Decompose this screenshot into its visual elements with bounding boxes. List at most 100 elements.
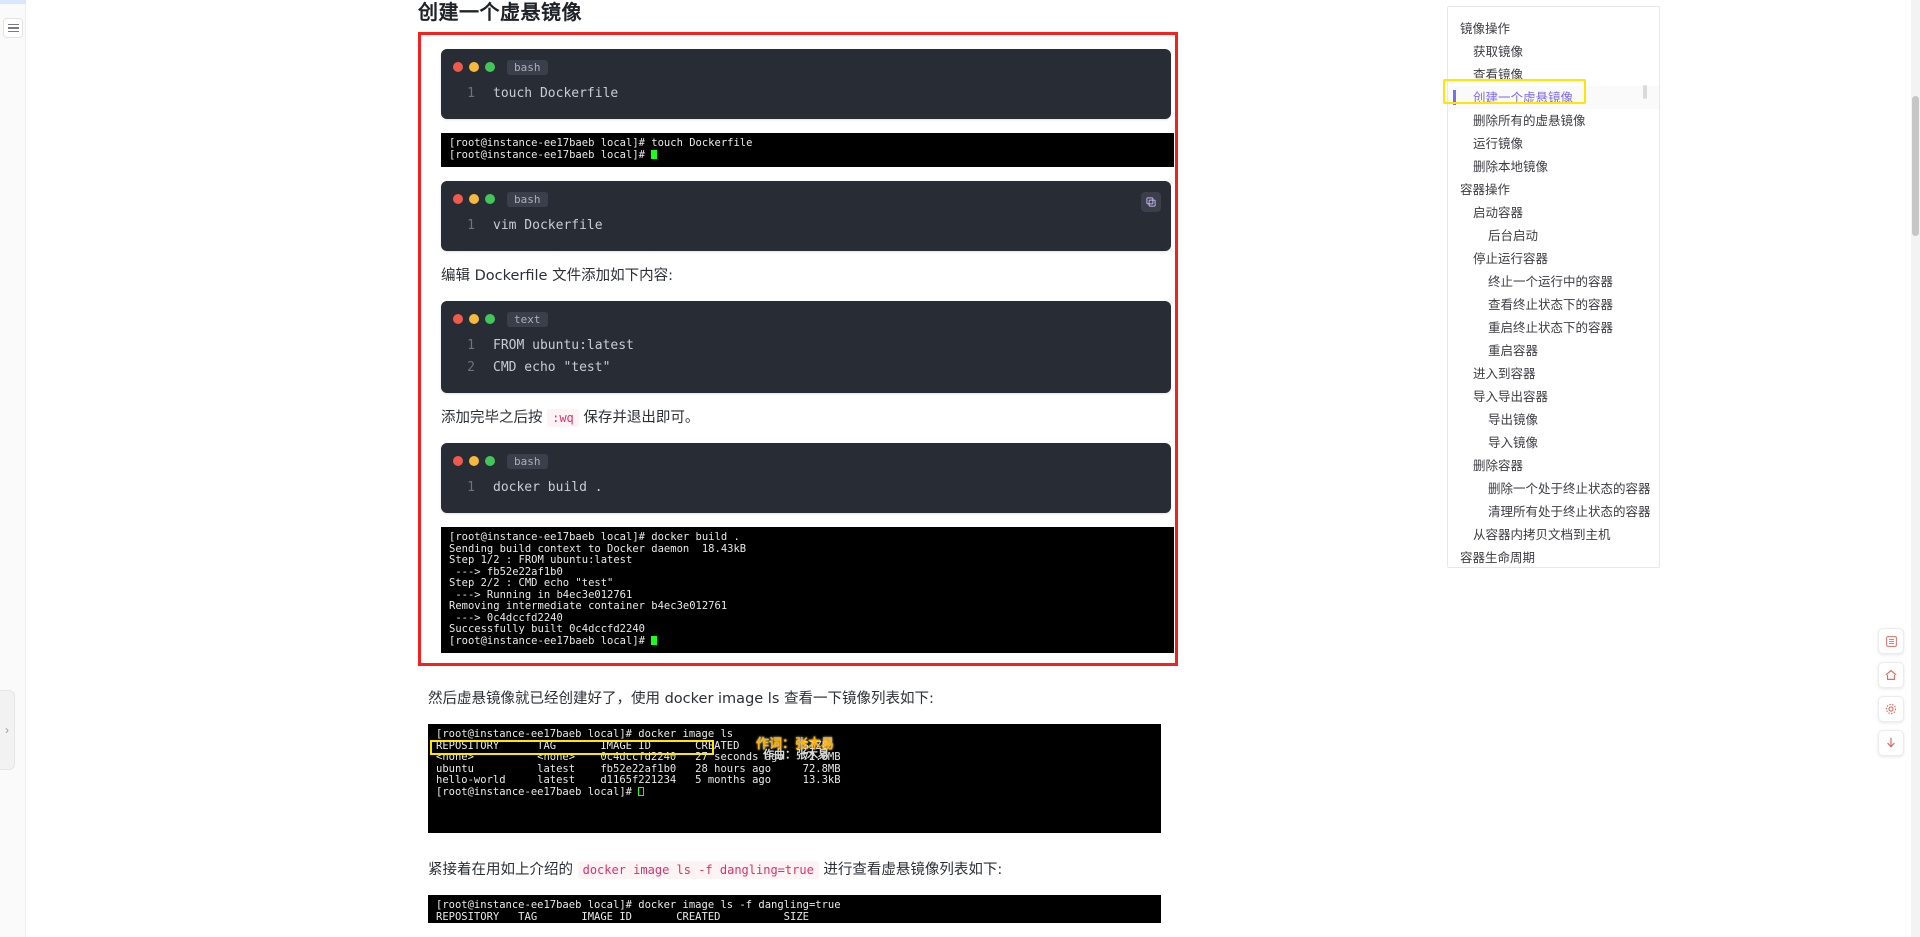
toc-item-label: 删除一个处于终止状态的容器 (1488, 481, 1651, 496)
terminal-line: [root@instance-ee17baeb local]# touch Do… (449, 137, 753, 149)
window-maximize-dot-icon (485, 62, 495, 72)
code-block-docker-build: bash 1 docker build . (441, 443, 1171, 513)
terminal-line: hello-world latest d1165f221234 5 months… (436, 774, 841, 786)
terminal-cursor (651, 149, 658, 159)
terminal-line: ubuntu latest fb52e22af1b0 28 hours ago … (436, 762, 841, 775)
window-close-dot-icon (453, 456, 463, 466)
code-line: 1 FROM ubuntu:latest (441, 335, 1171, 357)
code-block-body: 1 touch Dockerfile (441, 77, 1171, 119)
toc-item[interactable]: 启动容器 (1448, 201, 1659, 224)
terminal-line: [root@instance-ee17baeb local]# (449, 148, 652, 161)
code-block-dockerfile-content: text 1 FROM ubuntu:latest 2 CMD echo "te… (441, 301, 1171, 393)
line-number: 1 (467, 338, 475, 353)
home-button[interactable] (1878, 662, 1904, 688)
code-block-header: bash (441, 49, 1171, 77)
scroll-to-bottom-button[interactable] (1878, 730, 1904, 756)
gear-icon (1885, 703, 1897, 715)
paragraph-edit-dockerfile: 编辑 Dockerfile 文件添加如下内容: (441, 268, 673, 284)
window-minimize-dot-icon (469, 194, 479, 204)
code-language-label: bash (507, 59, 548, 75)
window-minimize-dot-icon (469, 62, 479, 72)
toc-item-label: 导出镜像 (1488, 412, 1539, 427)
code-line: 2 CMD echo "test" (441, 357, 1171, 379)
terminal-line: [root@instance-ee17baeb local]# docker b… (449, 531, 740, 543)
toc-item-label: 删除容器 (1473, 458, 1524, 473)
paragraph-save-quit: 添加完毕之后按 :wq 保存并退出即可。 (441, 407, 1165, 429)
toc-item[interactable]: 从容器内拷贝文档到主机 (1448, 523, 1659, 546)
toc-item[interactable]: 终止一个运行中的容器 (1448, 270, 1659, 293)
page-title: 创建一个虚悬镜像 (418, 0, 582, 24)
terminal-line: Sending build context to Docker daemon 1… (449, 542, 747, 555)
toc-toggle-button[interactable] (1878, 628, 1904, 654)
toc-item[interactable]: 容器操作 (1448, 178, 1659, 201)
terminal-cursor (638, 786, 645, 796)
sidebar-expand-button[interactable]: › (0, 690, 15, 770)
inline-code-wq: :wq (547, 409, 579, 427)
code-line: 1 vim Dockerfile (441, 215, 1171, 237)
toc-item[interactable]: 导入镜像 (1448, 431, 1659, 454)
terminal-cursor (651, 635, 658, 645)
toc-item-label: 后台启动 (1488, 228, 1539, 243)
toc-item[interactable]: 获取镜像 (1448, 40, 1659, 63)
terminal-line: REPOSITORY TAG IMAGE ID CREATED SIZE (436, 739, 828, 752)
copy-code-button[interactable] (1141, 192, 1161, 212)
toc-item-label: 删除本地镜像 (1473, 159, 1549, 174)
code-language-label: bash (507, 453, 548, 469)
terminal-output-dangling-ls: [root@instance-ee17baeb local]# docker i… (428, 895, 1161, 923)
toc-item-label: 容器生命周期 (1460, 550, 1536, 565)
hamburger-icon-line (7, 27, 19, 29)
window-minimize-dot-icon (469, 314, 479, 324)
terminal-line: [root@instance-ee17baeb local]# (449, 634, 652, 647)
window-maximize-dot-icon (485, 456, 495, 466)
toc-item[interactable]: 重启容器 (1448, 339, 1659, 362)
toc-item[interactable]: 清理所有处于终止状态的容器 (1448, 500, 1659, 523)
toc-item[interactable]: 查看镜像 (1448, 63, 1659, 86)
settings-button[interactable] (1878, 696, 1904, 722)
toc-item[interactable]: 进入到容器 (1448, 362, 1659, 385)
toc-item[interactable]: 删除一个处于终止状态的容器 (1448, 477, 1659, 500)
code-block-body: 1 FROM ubuntu:latest 2 CMD echo "test" (441, 329, 1171, 393)
code-block-body: 1 vim Dockerfile (441, 209, 1171, 251)
line-number: 1 (467, 480, 475, 495)
toc-item[interactable]: 容器生命周期 (1448, 546, 1659, 567)
toc-item[interactable]: 导入导出容器 (1448, 385, 1659, 408)
toc-item-label: 查看镜像 (1473, 67, 1524, 82)
terminal-line: ---> fb52e22af1b0 (449, 565, 563, 578)
paragraph-image-ls-intro: 然后虚悬镜像就已经创建好了，使用 docker image ls 查看一下镜像列… (428, 691, 934, 707)
terminal-line: Successfully built 0c4dccfd2240 (449, 623, 645, 635)
toc-item[interactable]: 删除容器 (1448, 454, 1659, 477)
toc-item[interactable]: 删除所有的虚悬镜像 (1448, 109, 1659, 132)
code-text: docker build . (493, 480, 603, 495)
para-text-after: 进行查看虚悬镜像列表如下: (823, 862, 1003, 878)
table-of-contents: 镜像操作 获取镜像查看镜像创建一个虚悬镜像 删除所有的虚悬镜像 运行镜像删除本地镜像容… (1447, 6, 1660, 568)
code-block-header: bash (441, 443, 1171, 471)
terminal-line: Step 2/2 : CMD echo "test" (449, 577, 614, 589)
toc-item[interactable]: 镜像操作 (1448, 17, 1659, 40)
toc-scrollbar[interactable] (1643, 85, 1647, 99)
code-block-touch-dockerfile: bash 1 touch Dockerfile (441, 49, 1171, 119)
page-scrollbar-thumb[interactable] (1912, 96, 1919, 236)
sidebar-toggle-button[interactable] (3, 18, 23, 38)
toc-item[interactable]: 后台启动 (1448, 224, 1659, 247)
code-block-header: text (441, 301, 1171, 329)
toc-item-label: 导入导出容器 (1473, 389, 1549, 404)
window-close-dot-icon (453, 194, 463, 204)
code-line: 1 docker build . (441, 477, 1171, 499)
toc-item[interactable]: 导出镜像 (1448, 408, 1659, 431)
code-block-header: bash (441, 181, 1171, 209)
hamburger-icon-line (7, 23, 19, 26)
toc-item[interactable]: 删除本地镜像 (1448, 155, 1659, 178)
terminal-line: ---> Running in b4ec3e012761 (449, 588, 633, 601)
window-close-dot-icon (453, 62, 463, 72)
toc-item[interactable]: 查看终止状态下的容器 (1448, 293, 1659, 316)
toc-item-label: 终止一个运行中的容器 (1488, 274, 1614, 289)
toc-item[interactable]: 重启终止状态下的容器 (1448, 316, 1659, 339)
toc-item[interactable]: 停止运行容器 (1448, 247, 1659, 270)
toc-item[interactable]: 运行镜像 (1448, 132, 1659, 155)
arrow-down-icon (1887, 737, 1895, 748)
terminal-line: Step 1/2 : FROM ubuntu:latest (449, 554, 633, 566)
toc-item-label: 清理所有处于终止状态的容器 (1488, 504, 1651, 519)
page-scrollbar[interactable] (1911, 0, 1920, 937)
toc-item[interactable]: 创建一个虚悬镜像 (1448, 86, 1659, 109)
code-line: 1 touch Dockerfile (441, 83, 1171, 105)
